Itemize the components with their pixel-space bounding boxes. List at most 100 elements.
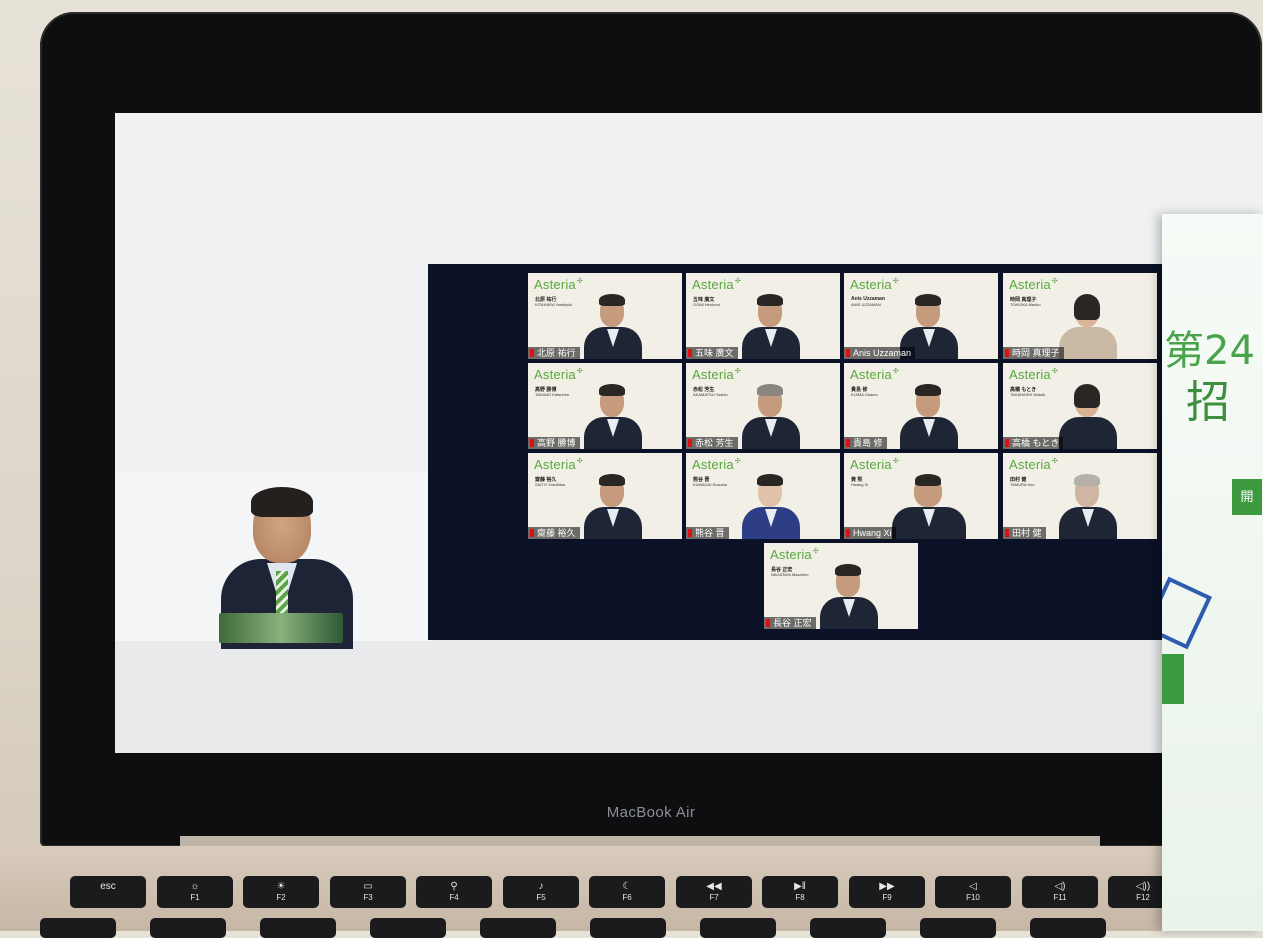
key-f11[interactable]: ◁) F11 (1022, 876, 1098, 908)
key-f5[interactable]: ♪ F5 (503, 876, 579, 908)
participant-hair (915, 474, 941, 486)
participant-hair (599, 474, 625, 486)
participant-tile[interactable]: Asteria 時岡 真理子 TOKIOKA Mariko 時岡 真理子 (1003, 273, 1157, 359)
search-icon: ⚲ (450, 881, 458, 892)
participant-roman-name: ANIS UZZAMAN (851, 302, 881, 307)
key[interactable] (810, 918, 886, 938)
flyer-decoration (1162, 654, 1184, 704)
participant-tile[interactable]: Asteria 熊谷 晋 KUMAGAI Susumu 熊谷 晋 (686, 453, 840, 539)
key[interactable] (150, 918, 226, 938)
key-label: F4 (449, 893, 459, 902)
participant-hair (757, 474, 783, 486)
key-label: F12 (1136, 893, 1150, 902)
participant-tile[interactable]: Asteria 齋藤 裕久 SAITO Yoshihisa 齋藤 裕久 (528, 453, 682, 539)
participant-roman-name: TAKAHASHI Motoki (1010, 392, 1046, 397)
participant-hair (757, 384, 783, 396)
rewind-icon: ◀◀ (706, 881, 722, 892)
flyer-decoration (1162, 576, 1213, 650)
presenter-hair (251, 487, 313, 517)
participant-caption: 高野 勝博 (528, 437, 580, 449)
participant-caption: 田村 健 (1003, 527, 1046, 539)
key-f1[interactable]: ☼ F1 (157, 876, 233, 908)
participant-hair (1074, 294, 1100, 320)
asteria-logo: Asteria (1009, 367, 1058, 382)
participant-tile[interactable]: Asteria 北原 祐行 KITAHARA Yoshiyuki 北原 祐行 (528, 273, 682, 359)
asteria-logo: Asteria (850, 457, 899, 472)
participant-caption: 高橋 もとき (1003, 437, 1064, 449)
key-f7[interactable]: ◀◀ F7 (676, 876, 752, 908)
flyer-tag: 開 (1232, 479, 1262, 515)
participant-caption: 熊谷 晋 (686, 527, 729, 539)
key[interactable] (260, 918, 336, 938)
mute-icon: ◁ (969, 881, 977, 892)
key-f9[interactable]: ▶▶ F9 (849, 876, 925, 908)
device-brand-label: MacBook Air (606, 804, 696, 821)
key-label: F6 (622, 893, 632, 902)
participant-roman-name: KITAHARA Yoshiyuki (535, 302, 573, 307)
key-label: F9 (882, 893, 892, 902)
laptop-lid: Asteria 北原 祐行 KITAHARA Yoshiyuki 北原 祐行 A… (40, 12, 1263, 847)
key[interactable] (590, 918, 666, 938)
event-flyer: 第24 招 開 (1162, 214, 1263, 931)
participant-caption: 長谷 正宏 (764, 617, 816, 629)
participant-tile[interactable]: Asteria 長谷 正宏 NAGATANI Masahiro 長谷 正宏 (764, 543, 918, 629)
asteria-logo: Asteria (534, 457, 583, 472)
participant-roman-name: TAMURA Ken (1010, 482, 1035, 487)
participant-tile[interactable]: Asteria 高野 勝博 TAKANO Katsuhiro 高野 勝博 (528, 363, 682, 449)
key[interactable] (920, 918, 996, 938)
participant-caption: Hwang Xi (844, 527, 896, 539)
key-label: F1 (190, 893, 200, 902)
participant-tile[interactable]: Asteria Anis Uzzaman ANIS UZZAMAN Anis U… (844, 273, 998, 359)
asteria-logo: Asteria (850, 277, 899, 292)
participant-roman-name: AKAMATSU Yoshio (693, 392, 728, 397)
presenter-laptop (219, 613, 343, 643)
participant-tile[interactable]: Asteria 赤松 芳生 AKAMATSU Yoshio 赤松 芳生 (686, 363, 840, 449)
asteria-logo: Asteria (1009, 277, 1058, 292)
key-label: F11 (1053, 893, 1067, 902)
participant-tile[interactable]: Asteria 貴島 修 KIJIMA Osamu 貴島 修 (844, 363, 998, 449)
key-esc[interactable]: esc (70, 876, 146, 908)
key[interactable] (370, 918, 446, 938)
participant-tile[interactable]: Asteria 高橋 もとき TAKAHASHI Motoki 高橋 もとき (1003, 363, 1157, 449)
key-f3[interactable]: ▭ F3 (330, 876, 406, 908)
participant-roman-name: KUMAGAI Susumu (693, 482, 728, 487)
key-f10[interactable]: ◁ F10 (935, 876, 1011, 908)
participant-tile[interactable]: Asteria 田村 健 TAMURA Ken 田村 健 (1003, 453, 1157, 539)
key-label: F2 (276, 893, 286, 902)
brightness-up-icon: ☀ (276, 881, 286, 892)
asteria-logo: Asteria (692, 367, 741, 382)
key-f6[interactable]: ☾ F6 (589, 876, 665, 908)
asteria-logo: Asteria (692, 277, 741, 292)
participant-roman-name: Hwang Xi (851, 482, 869, 487)
participant-roman-name: TOKIOKA Mariko (1010, 302, 1041, 307)
participant-roman-name: TAKANO Katsuhiro (535, 392, 570, 397)
key-f2[interactable]: ☀ F2 (243, 876, 319, 908)
participant-hair (757, 294, 783, 306)
participant-caption: 五味 廣文 (686, 347, 738, 359)
key[interactable] (40, 918, 116, 938)
key-f4[interactable]: ⚲ F4 (416, 876, 492, 908)
flyer-subheading: 招 (1186, 377, 1230, 428)
key[interactable] (480, 918, 556, 938)
key[interactable] (700, 918, 776, 938)
laptop-screen: Asteria 北原 祐行 KITAHARA Yoshiyuki 北原 祐行 A… (115, 113, 1263, 753)
play-pause-icon: ▶‖ (794, 881, 806, 892)
participant-tile[interactable]: Asteria 黄 熙 Hwang Xi Hwang Xi (844, 453, 998, 539)
participant-hair (1074, 474, 1100, 486)
moon-icon: ☾ (622, 881, 632, 892)
asteria-logo: Asteria (770, 547, 819, 562)
asteria-logo: Asteria (534, 367, 583, 382)
microphone-icon: ♪ (538, 881, 544, 892)
participant-tile[interactable]: Asteria 五味 廣文 GOMI Hirofumi 五味 廣文 (686, 273, 840, 359)
participant-caption: Anis Uzzaman (844, 347, 916, 359)
presenter-tie (276, 571, 288, 619)
participant-hair (1074, 384, 1100, 408)
presenter-video (115, 471, 432, 649)
key-f8[interactable]: ▶‖ F8 (762, 876, 838, 908)
participant-body (1059, 417, 1117, 449)
key[interactable] (1030, 918, 1106, 938)
participant-roman-name: SAITO Yoshihisa (535, 482, 565, 487)
asteria-logo: Asteria (534, 277, 583, 292)
participant-roman-name: KIJIMA Osamu (851, 392, 878, 397)
participant-caption: 北原 祐行 (528, 347, 580, 359)
